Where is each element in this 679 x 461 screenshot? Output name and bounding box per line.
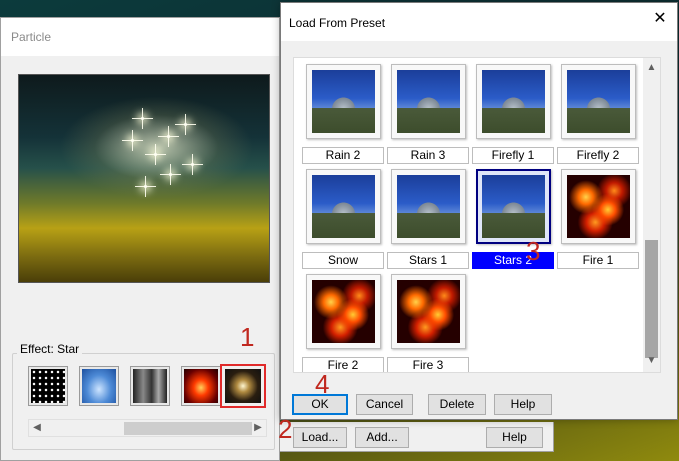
preset-label[interactable]: Fire 3 <box>387 357 469 372</box>
effect-scrollbar[interactable]: ◀ ▶ <box>28 419 267 437</box>
scroll-down-icon[interactable]: ▼ <box>645 355 658 368</box>
scroll-up-icon[interactable]: ▲ <box>645 62 658 75</box>
preset-label[interactable]: Firefly 2 <box>557 147 639 164</box>
close-icon[interactable]: ✕ <box>653 11 667 27</box>
preset-label[interactable]: Stars 2 <box>472 252 554 269</box>
particle-help-button[interactable]: Help <box>486 427 543 448</box>
preset-tile[interactable]: Stars 1 <box>387 169 469 269</box>
preset-tile[interactable]: Rain 2 <box>302 64 384 164</box>
preset-tile[interactable]: Firefly 2 <box>557 64 639 164</box>
preset-tile[interactable]: Firefly 1 <box>472 64 554 164</box>
delete-button[interactable]: Delete <box>428 394 486 415</box>
preset-image <box>397 175 460 238</box>
preset-thumbnail[interactable] <box>306 274 381 349</box>
add-button[interactable]: Add... <box>355 427 409 448</box>
preset-image <box>567 175 630 238</box>
scroll-left-icon[interactable]: ◀ <box>30 421 44 435</box>
star-sparkle <box>122 130 143 151</box>
star-sparkle <box>145 144 166 165</box>
preset-image <box>312 280 375 343</box>
star-sparkle <box>135 176 156 197</box>
step-marker-4: 4 <box>315 369 330 399</box>
preset-image <box>482 70 545 133</box>
preset-thumbnail[interactable] <box>306 169 381 244</box>
preset-image <box>397 70 460 133</box>
preset-list: Rain 2 Rain 3 Firefly 1 Firefly 2 Snow Stars … <box>293 57 661 373</box>
preset-scrollbar[interactable]: ▲ ▼ <box>643 58 660 372</box>
star-sparkle <box>132 108 153 129</box>
preset-help-button[interactable]: Help <box>494 394 552 415</box>
preset-tile[interactable]: Fire 3 <box>387 274 469 372</box>
step-marker-2: 2 <box>278 414 293 444</box>
cancel-button[interactable]: Cancel <box>356 394 413 415</box>
step-marker-1: 1 <box>240 322 255 352</box>
scrollbar-thumb[interactable] <box>124 422 252 435</box>
preset-label[interactable]: Rain 3 <box>387 147 469 164</box>
effect-thumb-smoke[interactable] <box>130 366 170 406</box>
load-button[interactable]: Load... <box>293 427 347 448</box>
effect-thumb-snow[interactable] <box>28 366 68 406</box>
preset-thumbnail[interactable] <box>306 64 381 139</box>
particle-preview <box>18 74 270 283</box>
preset-image <box>312 70 375 133</box>
preset-title: Load From Preset <box>281 3 677 41</box>
preset-tile[interactable]: Fire 2 <box>302 274 384 372</box>
preset-label[interactable]: Fire 1 <box>557 252 639 269</box>
effect-label: Effect: Star <box>17 342 83 356</box>
preset-label[interactable]: Snow <box>302 252 384 269</box>
preset-thumbnail[interactable] <box>561 169 636 244</box>
scrollbar-thumb[interactable] <box>645 240 658 358</box>
preset-tile[interactable]: Snow <box>302 169 384 269</box>
particle-title: Particle <box>1 18 279 56</box>
preset-image <box>482 175 545 238</box>
preset-image <box>567 70 630 133</box>
scroll-right-icon[interactable]: ▶ <box>251 421 265 435</box>
preset-tile[interactable]: Fire 1 <box>557 169 639 269</box>
preset-label[interactable]: Rain 2 <box>302 147 384 164</box>
preset-thumbnail[interactable] <box>391 169 466 244</box>
preset-thumbnail[interactable] <box>391 274 466 349</box>
preset-thumbnail[interactable] <box>561 64 636 139</box>
load-preset-dialog: Load From Preset ✕ Rain 2 Rain 3 Firefly 1… <box>280 2 678 420</box>
preset-tile[interactable]: Rain 3 <box>387 64 469 164</box>
preset-thumbnail[interactable] <box>476 169 551 244</box>
star-sparkle <box>182 154 203 175</box>
effect-thumb-star[interactable] <box>220 364 266 408</box>
star-sparkle <box>158 126 179 147</box>
step-marker-3: 3 <box>526 236 541 266</box>
preset-tile[interactable]: Stars 2 <box>472 169 554 269</box>
preset-thumbnail[interactable] <box>476 64 551 139</box>
preset-image <box>397 280 460 343</box>
star-sparkle <box>160 164 181 185</box>
preset-thumbnail[interactable] <box>391 64 466 139</box>
star-sparkle <box>175 114 196 135</box>
effect-thumb-sky[interactable] <box>79 366 119 406</box>
preset-label[interactable]: Firefly 1 <box>472 147 554 164</box>
preset-label[interactable]: Stars 1 <box>387 252 469 269</box>
preset-image <box>312 175 375 238</box>
effect-thumb-fire[interactable] <box>181 366 221 406</box>
